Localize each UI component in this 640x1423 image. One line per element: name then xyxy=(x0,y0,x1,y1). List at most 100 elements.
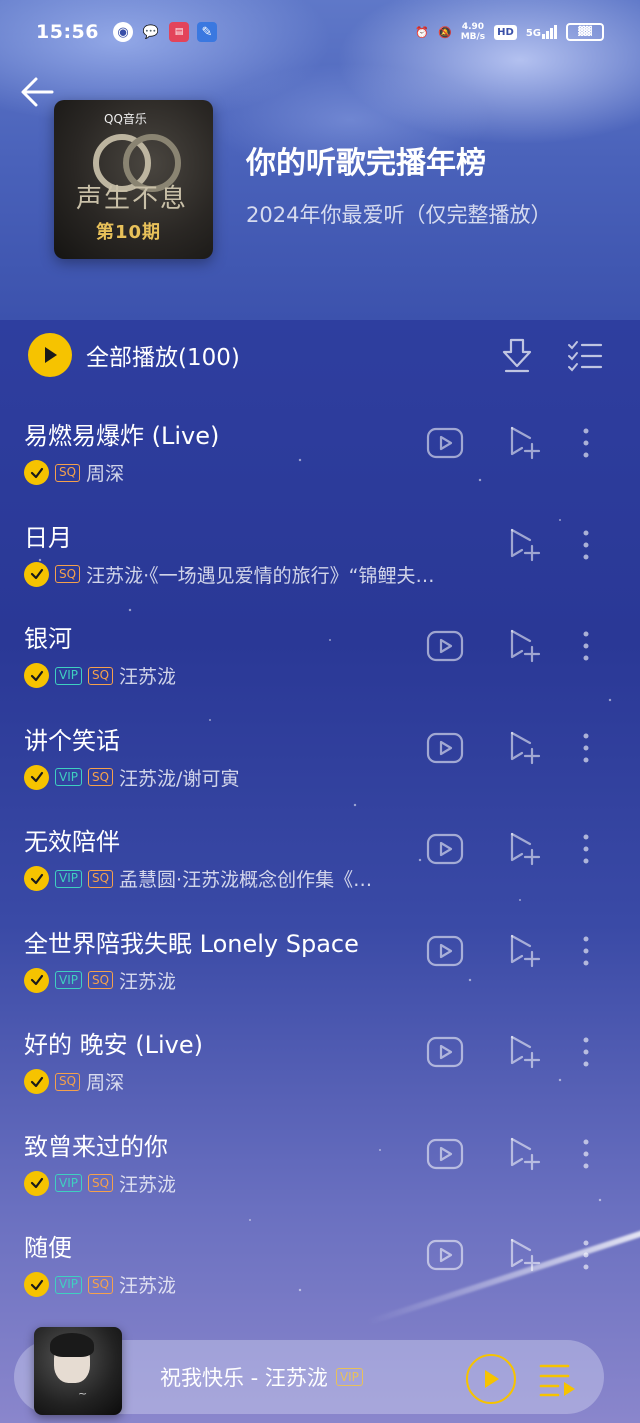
song-meta: VIP SQ 汪苏泷 xyxy=(24,662,494,689)
signal-icon: 5G xyxy=(526,25,557,39)
add-to-playlist-button[interactable] xyxy=(508,526,542,564)
vip-tag: VIP xyxy=(55,768,82,786)
more-button[interactable] xyxy=(576,526,596,564)
add-to-playlist-button[interactable] xyxy=(508,627,542,665)
player-art-signature: ~ xyxy=(78,1387,88,1400)
song-row-6[interactable]: 全世界陪我失眠 Lonely Space VIP SQ 汪苏泷 xyxy=(0,910,640,1012)
more-button[interactable] xyxy=(576,830,596,868)
song-meta: VIP SQ 汪苏泷 xyxy=(24,967,494,994)
player-queue-button[interactable] xyxy=(538,1360,578,1398)
song-row-8[interactable]: 致曾来过的你 VIP SQ 汪苏泷 xyxy=(0,1113,640,1215)
more-button[interactable] xyxy=(576,1135,596,1173)
song-artist: 孟慧圆·汪苏泷概念创作集《… xyxy=(119,869,373,891)
mv-button[interactable] xyxy=(426,629,464,663)
mv-button[interactable] xyxy=(426,426,464,460)
add-to-playlist-button[interactable] xyxy=(508,729,542,767)
play-icon xyxy=(45,347,57,363)
more-button[interactable] xyxy=(576,932,596,970)
song-row-5[interactable]: 无效陪伴 VIP SQ 孟慧圆·汪苏泷概念创作集《… xyxy=(0,808,640,910)
multiselect-icon xyxy=(568,341,603,372)
play-all-button[interactable] xyxy=(28,333,72,377)
sq-tag: SQ xyxy=(87,768,114,786)
player-track-info[interactable]: 祝我快乐 - 汪苏泷 VIP xyxy=(160,1362,363,1392)
alarm-icon: ⏰ xyxy=(415,25,429,39)
play-icon xyxy=(485,1370,499,1388)
check-icon xyxy=(24,764,49,790)
mv-icon xyxy=(426,1239,464,1271)
song-title: 讲个笑话 xyxy=(24,726,120,755)
song-list: 易燃易爆炸 (Live) SQ 周深 日月 SQ 汪苏泷·《一场遇见爱情的旅行》… xyxy=(0,402,640,1316)
song-artist: 汪苏泷 xyxy=(119,970,177,993)
sq-tag: SQ xyxy=(55,565,81,583)
song-meta: SQ 周深 xyxy=(24,1068,494,1095)
song-title: 银河 xyxy=(24,625,72,653)
song-artist: 汪苏泷·《一场遇见爱情的旅行》“锦鲤夫… xyxy=(86,564,435,587)
song-row-3[interactable]: 银河 VIP SQ 汪苏泷 xyxy=(0,605,640,707)
add-to-playlist-button[interactable] xyxy=(508,830,542,868)
playlist-subtitle: 2024年你最爱听（仅完整播放） xyxy=(246,203,552,227)
mv-button[interactable] xyxy=(426,1035,464,1069)
song-meta: VIP SQ 汪苏泷/谢可寅 xyxy=(24,764,494,791)
mute-icon: 🔕 xyxy=(437,25,452,39)
player-art-hair xyxy=(50,1333,94,1357)
mv-button[interactable] xyxy=(426,1137,464,1171)
add-to-playlist-icon xyxy=(510,832,541,866)
song-meta: VIP SQ 汪苏泷 xyxy=(24,1271,494,1298)
song-row-7[interactable]: 好的 晚安 (Live) SQ 周深 xyxy=(0,1011,640,1113)
player-album-art[interactable]: ~ xyxy=(34,1327,122,1415)
more-button[interactable] xyxy=(576,1236,596,1274)
more-icon xyxy=(583,1037,589,1067)
mv-icon xyxy=(426,1138,464,1169)
add-to-playlist-icon xyxy=(510,731,541,764)
sq-tag: SQ xyxy=(87,666,114,685)
song-artist: 周深 xyxy=(86,1072,125,1094)
add-to-playlist-icon xyxy=(510,629,541,663)
more-button[interactable] xyxy=(576,627,596,665)
play-all-row: 全部播放(100) xyxy=(0,318,640,392)
add-to-playlist-button[interactable] xyxy=(508,932,542,970)
mv-icon xyxy=(426,935,464,966)
mv-button[interactable] xyxy=(426,934,464,968)
mv-icon xyxy=(426,833,464,865)
status-time: 15:56 xyxy=(36,21,99,43)
vip-tag: VIP xyxy=(55,1275,82,1294)
more-button[interactable] xyxy=(576,1033,596,1071)
wechat-icon: 💬 xyxy=(142,24,160,40)
vip-tag: VIP xyxy=(55,971,82,989)
mv-button[interactable] xyxy=(426,731,464,765)
download-button[interactable] xyxy=(500,336,534,374)
check-icon xyxy=(24,866,49,891)
sq-tag: SQ xyxy=(87,869,114,888)
sq-tag: SQ xyxy=(55,463,81,482)
more-icon xyxy=(583,1240,589,1270)
check-icon xyxy=(24,561,49,587)
multiselect-button[interactable] xyxy=(566,338,604,372)
sq-tag: SQ xyxy=(87,1174,114,1192)
playlist-title: 你的听歌完播年榜 xyxy=(246,146,486,181)
song-title: 致曾来过的你 xyxy=(24,1132,168,1161)
more-button[interactable] xyxy=(576,729,596,767)
cover-title: 声生不息 xyxy=(76,184,189,214)
add-to-playlist-button[interactable] xyxy=(508,1033,542,1071)
song-row-4[interactable]: 讲个笑话 VIP SQ 汪苏泷/谢可寅 xyxy=(0,707,640,809)
add-to-playlist-button[interactable] xyxy=(508,1236,542,1274)
player-vip-tag: VIP xyxy=(335,1368,363,1386)
add-to-playlist-icon xyxy=(510,528,541,561)
check-icon xyxy=(24,663,49,688)
song-title: 日月 xyxy=(24,523,72,552)
add-to-playlist-button[interactable] xyxy=(508,1135,542,1173)
mv-icon xyxy=(426,1036,464,1068)
vip-tag: VIP xyxy=(55,666,82,685)
mv-button[interactable] xyxy=(426,1238,464,1272)
song-row-2[interactable]: 日月 SQ 汪苏泷·《一场遇见爱情的旅行》“锦鲤夫… xyxy=(0,504,640,606)
more-button[interactable] xyxy=(576,424,596,462)
vip-tag: VIP xyxy=(55,1174,82,1192)
song-row-9[interactable]: 随便 VIP SQ 汪苏泷 xyxy=(0,1214,640,1316)
playlist-cover: QQ音乐 声生不息 第10期 xyxy=(54,100,213,259)
back-button[interactable] xyxy=(18,72,58,112)
add-to-playlist-button[interactable] xyxy=(508,424,542,462)
song-row-1[interactable]: 易燃易爆炸 (Live) SQ 周深 xyxy=(0,402,640,504)
mv-button[interactable] xyxy=(426,832,464,866)
player-play-button[interactable] xyxy=(466,1354,516,1404)
play-all-label[interactable]: 全部播放(100) xyxy=(86,338,240,372)
